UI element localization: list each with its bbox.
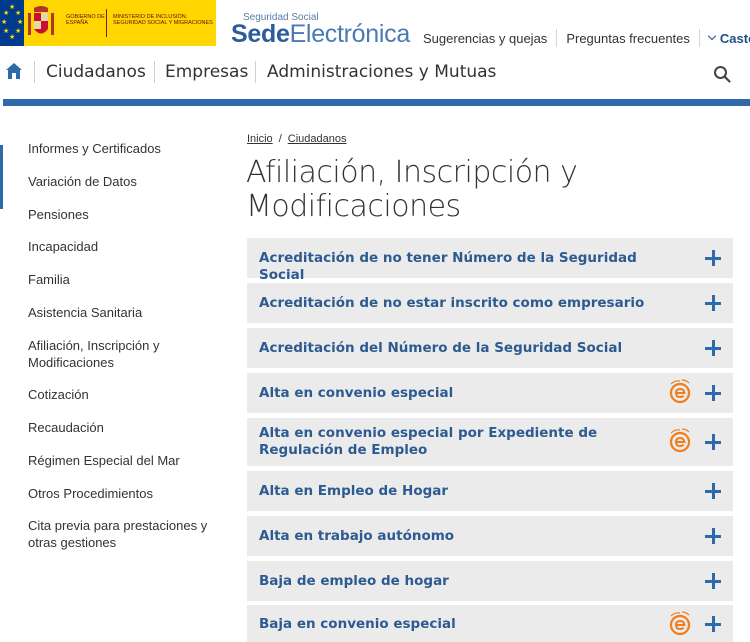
logo-divider	[106, 9, 107, 37]
sidebar-item-incapacidad[interactable]: Incapacidad	[28, 238, 213, 255]
electronic-procedure-icon	[669, 428, 691, 453]
nav-underline-bar	[3, 99, 750, 106]
brand-logo[interactable]: SedeElectrónica	[231, 20, 410, 48]
accordion-item[interactable]: Alta en trabajo autónomo	[247, 516, 733, 556]
accordion-item[interactable]: Alta en convenio especial	[247, 373, 733, 413]
sidebar-item-cita-previa[interactable]: Cita previa para prestaciones y otras ge…	[28, 517, 208, 551]
sidebar-item-informes[interactable]: Informes y Certificados	[28, 140, 213, 157]
sidebar-item-cotizacion[interactable]: Cotización	[28, 386, 213, 403]
nav-separator	[255, 61, 256, 83]
accordion-item[interactable]: Acreditación del Número de la Seguridad …	[247, 328, 733, 368]
plus-icon[interactable]	[705, 573, 721, 589]
plus-icon[interactable]	[705, 528, 721, 544]
plus-icon[interactable]	[705, 295, 721, 311]
eu-flag-icon: ★ ★ ★ ★ ★ ★ ★ ★	[0, 0, 24, 46]
sidebar-item-familia[interactable]: Familia	[28, 271, 213, 288]
accordion-item-label: Alta en trabajo autónomo	[259, 528, 455, 544]
accordion-item[interactable]: Acreditación de no estar inscrito como e…	[247, 283, 733, 323]
accordion-item-label: Alta en convenio especial	[259, 385, 454, 401]
plus-icon[interactable]	[705, 385, 721, 401]
page-title: Afiliación, Inscripción y Modificaciones	[246, 155, 578, 224]
search-icon[interactable]	[713, 65, 731, 83]
accordion-item[interactable]: Alta en Empleo de Hogar	[247, 471, 733, 511]
sidebar-item-pensiones[interactable]: Pensiones	[28, 206, 213, 223]
government-logo[interactable]: ★ ★ ★ ★ ★ ★ ★ ★ Gobierno de España Minis…	[0, 0, 216, 46]
breadcrumb-current-link[interactable]: Ciudadanos	[288, 133, 347, 145]
language-label: Castellano	[719, 30, 750, 46]
top-links: Sugerencias y quejas Preguntas frecuente…	[414, 29, 750, 47]
electronic-procedure-icon	[669, 379, 691, 404]
sidebar-item-recaudacion[interactable]: Recaudación	[28, 419, 213, 436]
accordion-item-label: Acreditación del Número de la Seguridad …	[259, 340, 623, 356]
plus-icon[interactable]	[705, 340, 721, 356]
sidebar-item-asistencia-sanitaria[interactable]: Asistencia Sanitaria	[28, 304, 213, 321]
brand-bold: Sede	[231, 20, 290, 48]
nav-separator	[34, 61, 35, 83]
nav-item-empresas[interactable]: Empresas	[165, 62, 248, 82]
plus-icon[interactable]	[705, 616, 721, 632]
faq-link[interactable]: Preguntas frecuentes	[557, 31, 699, 46]
sidebar-item-variacion-datos[interactable]: Variación de Datos	[28, 173, 213, 190]
accordion-item-label: Acreditación de no tener Número de la Se…	[259, 250, 637, 283]
nav-item-ciudadanos[interactable]: Ciudadanos	[46, 62, 146, 82]
accordion-item-label: Baja de empleo de hogar	[259, 573, 449, 589]
sidebar-item-afiliacion[interactable]: Afiliación, Inscripción y Modificaciones	[28, 337, 178, 371]
main-nav: Ciudadanos Empresas Administraciones y M…	[0, 57, 750, 89]
accordion-item-label: Acreditación de no estar inscrito como e…	[259, 295, 645, 311]
accordion-item[interactable]: Baja de empleo de hogar	[247, 561, 733, 601]
accordion-item-label: Alta en convenio especial por Expediente…	[259, 425, 598, 458]
nav-separator	[154, 61, 155, 83]
accordion-item-label: Alta en Empleo de Hogar	[259, 483, 449, 499]
sidebar-item-otros-procedimientos[interactable]: Otros Procedimientos	[28, 485, 213, 502]
sidebar-active-indicator	[0, 145, 3, 209]
accordion-item[interactable]: Baja en convenio especial	[247, 605, 733, 642]
breadcrumb: Inicio / Ciudadanos	[247, 133, 346, 145]
suggestions-link[interactable]: Sugerencias y quejas	[414, 31, 556, 46]
plus-icon[interactable]	[705, 434, 721, 450]
government-name: Gobierno de España	[66, 14, 105, 26]
electronic-procedure-icon	[669, 611, 691, 636]
home-icon[interactable]	[5, 62, 23, 80]
chevron-down-icon	[707, 31, 717, 41]
coat-of-arms-icon	[28, 6, 54, 35]
breadcrumb-separator: /	[278, 133, 282, 145]
plus-icon[interactable]	[705, 250, 721, 266]
accordion-item-label: Baja en convenio especial	[259, 616, 456, 632]
nav-item-administraciones[interactable]: Administraciones y Mutuas	[267, 62, 496, 82]
accordion-item[interactable]: Acreditación de no tener Número de la Se…	[247, 238, 733, 283]
ministry-name: Ministerio de Inclusión, Seguridad Socia…	[113, 14, 213, 26]
accordion-item[interactable]: Alta en convenio especial por Expediente…	[247, 418, 733, 466]
brand-light: Electrónica	[289, 20, 411, 48]
language-selector[interactable]: Castellano	[700, 31, 750, 46]
plus-icon[interactable]	[705, 483, 721, 499]
sidebar-item-regimen-mar[interactable]: Régimen Especial del Mar	[28, 452, 213, 469]
breadcrumb-home-link[interactable]: Inicio	[247, 133, 273, 145]
